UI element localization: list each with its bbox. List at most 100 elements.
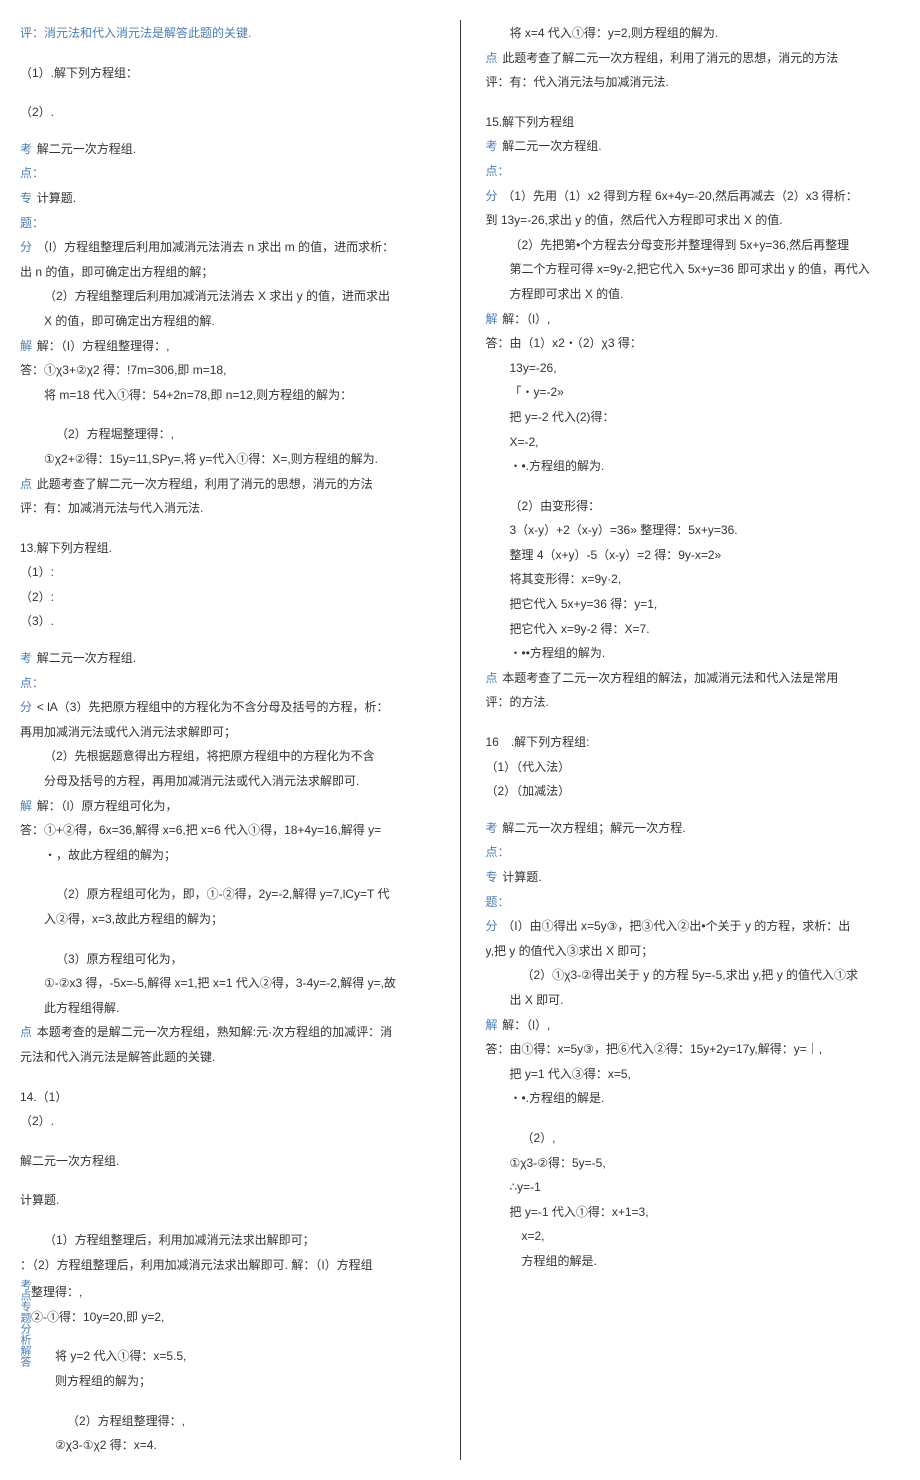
fen-line: 分（I）由①得出 x=5y③，把③代入②出•个关于 y 的方程，求析：出 xyxy=(486,916,901,938)
text-line: （2）: xyxy=(20,587,435,609)
text-line: 解二元一次方程组. xyxy=(20,1151,435,1173)
text-line: （3）原方程组可化为， xyxy=(20,949,435,971)
text-line: 出 n 的值，即可确定出方程组的解； xyxy=(20,262,435,284)
text-line: （2）, xyxy=(486,1128,901,1150)
text-line: y,把 y 的值代入③求出 X 即可； xyxy=(486,941,901,963)
text-line: （3）. xyxy=(20,611,435,633)
text-line: 答：①χ3+②χ2 得：!7m=306,即 m=18, xyxy=(20,360,435,382)
text-line: 此方程组得解. xyxy=(20,998,435,1020)
text-line: （2）先根据题意得出方程组，将把原方程组中的方程化为不含 xyxy=(20,746,435,768)
jie-line: 解解：（l）, xyxy=(486,1015,901,1037)
text-line: （2）原方程组可化为，即，①-②得，2y=-2,解得 y=7,lCy=T 代 xyxy=(20,884,435,906)
jie-line: 解解：（I）方程组整理得：, xyxy=(20,336,435,358)
dianping-line: 点本题考查的是解二元一次方程组，熟知解:元·次方程组的加减评：消 xyxy=(20,1022,435,1044)
text-line: 3（x-y）+2（x-y）=36» 整理得：5x+y=36. xyxy=(486,520,901,542)
fen-line: 分（1）先用（1）x2 得到方程 6x+4y=-20,然后再减去（2）x3 得析… xyxy=(486,186,901,208)
text-line: 整理 4（x+y）-5（x-y）=2 得：9y-x=2» xyxy=(486,545,901,567)
text-line: 则方程组的解为； xyxy=(31,1371,435,1393)
text-line: 评：消元法和代入消元法是解答此题的关键. xyxy=(20,23,435,45)
text-line: 「・y=-2» xyxy=(486,382,901,404)
text-line: 到 13y=-26,求出 y 的值，然后代入方程即可求出 X 的值. xyxy=(486,210,901,232)
text-line: 计算题. xyxy=(20,1190,435,1212)
page: 评：消元法和代入消元法是解答此题的关键. （1）.解下列方程组： （2）. 考解… xyxy=(20,20,900,1460)
text-line: X 的值，即可确定出方程组的解. xyxy=(20,311,435,333)
text-line: 把它代入 x=9y-2 得：X=7. xyxy=(486,619,901,641)
text-line: ：（2）方程组整理后，利用加减消元法求出解即可. 解：（I）方程组 xyxy=(20,1255,435,1277)
text-line: 元法和代入消元法是解答此题的关键. xyxy=(20,1047,435,1069)
text-line: 出 X 即可. xyxy=(486,990,901,1012)
dian-line: 点： xyxy=(20,163,435,185)
text-line: 整理得：, xyxy=(31,1282,435,1304)
text-line: （2）①χ3-②得出关于 y 的方程 5y=-5,求出 y,把 y 的值代入①求 xyxy=(486,965,901,987)
text-line: 方程即可求出 X 的值. xyxy=(486,284,901,306)
kao-line: 考解二元一次方程组. xyxy=(486,136,901,158)
text-line: 13y=-26, xyxy=(486,358,901,380)
text-line: （2）先把第•个方程去分母变形并整理得到 5x+y=36,然后再整理 xyxy=(486,235,901,257)
dianping-line: 点本题考查了二元一次方程组的解法，加减消元法和代入法是常用 xyxy=(486,668,901,690)
question-title: 16 .解下列方程组: xyxy=(486,732,901,754)
text-line: 将其变形得：x=9y·2, xyxy=(486,569,901,591)
text-line: （2）. xyxy=(20,1111,435,1133)
jie-line: 解解：（l）原方程组可化为， xyxy=(20,796,435,818)
text-line: （2）（加减法） xyxy=(486,781,901,803)
text-line: ①χ3-②得：5y=-5, xyxy=(486,1153,901,1175)
text-line: 入②得，x=3,故此方程组的解为； xyxy=(20,909,435,931)
text-line: ①-②x3 得，-5x=-5,解得 x=1,把 x=1 代入②得，3-4y=-2… xyxy=(20,973,435,995)
text-line: （1）方程组整理后，利用加减消元法求出解即可； xyxy=(20,1230,435,1252)
fen-line: 分< lA（3）先把原方程组中的方程化为不含分母及括号的方程，析： xyxy=(20,697,435,719)
text-line: ①χ2+②得：15y=11,SPy=,将 y=代入①得：X=,则方程组的解为. xyxy=(20,449,435,471)
text-line: 答：①+②得，6x=36,解得 x=6,把 x=6 代入①得，18+4y=16,… xyxy=(20,820,435,842)
column-divider xyxy=(460,20,461,1460)
question-title: 14.（1） xyxy=(20,1087,435,1109)
dian-line: 点： xyxy=(486,842,901,864)
dianping-line: 点此题考查了解二元一次方程组，利用了消元的思想，消元的方法 xyxy=(20,474,435,496)
left-column: 评：消元法和代入消元法是解答此题的关键. （1）.解下列方程组： （2）. 考解… xyxy=(20,20,435,1460)
label: 评：消元法和代入消元法是解答此题的关键. xyxy=(20,26,251,40)
text-line: 把 y=-1 代入①得：x+1=3, xyxy=(486,1202,901,1224)
dianping-line: 点此题考查了解二元一次方程组，利用了消元的思想，消元的方法 xyxy=(486,48,901,70)
text-line: 再用加减消元法或代入消元法求解即可； xyxy=(20,722,435,744)
vertical-label: 考点专题分析解答 xyxy=(20,1279,31,1460)
text-line: 把它代入 5x+y=36 得：y=1, xyxy=(486,594,901,616)
text-line: 把 y=-2 代入(2)得： xyxy=(486,407,901,429)
text-line: ・•.方程组的解为. xyxy=(486,456,901,478)
text-line: ・•.方程组的解是. xyxy=(486,1088,901,1110)
text-line: 方程组的解是. xyxy=(486,1251,901,1273)
ti-line: 题： xyxy=(20,213,435,235)
text-line: （2）方程组整理得：, xyxy=(31,1411,435,1433)
jie-line: 解解：（l）, xyxy=(486,309,901,331)
zhuan-line: 专计算题. xyxy=(20,188,435,210)
kao-line: 考解二元一次方程组. xyxy=(20,648,435,670)
text-line: ・••方程组的解为. xyxy=(486,643,901,665)
text-line: 分母及括号的方程，再用加减消元法或代入消元法求解即可. xyxy=(20,771,435,793)
text-line: ・，故此方程组的解为； xyxy=(20,845,435,867)
text-line: （2）方程堀整理得：, xyxy=(20,424,435,446)
text-line: 评：有：代入消元法与加减消元法. xyxy=(486,72,901,94)
text-line: x=2, xyxy=(486,1226,901,1248)
kao-line: 考解二元一次方程组. xyxy=(20,139,435,161)
text-line: （2）. xyxy=(20,102,435,124)
text-line: 将 y=2 代入①得：x=5.5, xyxy=(31,1346,435,1368)
dian-line: 点： xyxy=(20,673,435,695)
kao-line: 考解二元一次方程组；解元一次方程. xyxy=(486,818,901,840)
text-line: 答：由①得：x=5y③，把⑥代入②得：15y+2y=17y,解得：y=｜, xyxy=(486,1039,901,1061)
text-line: 评：有：加减消元法与代入消元法. xyxy=(20,498,435,520)
text-line: （2）由变形得： xyxy=(486,496,901,518)
text-line: （1）（代入法） xyxy=(486,757,901,779)
dian-line: 点： xyxy=(486,161,901,183)
text-line: ②χ3-①χ2 得：x=4. xyxy=(31,1435,435,1457)
text-line: ②-①得：10y=20,即 y=2, xyxy=(31,1307,435,1329)
text-line: 答：由（1）x2・（2）χ3 得： xyxy=(486,333,901,355)
text-line: X=-2, xyxy=(486,432,901,454)
text-line: （1）: xyxy=(20,562,435,584)
question-title: 13.解下列方程组. xyxy=(20,538,435,560)
ti-line: 题： xyxy=(486,892,901,914)
zhuan-line: 专计算题. xyxy=(486,867,901,889)
text-line: 将 m=18 代入①得：54+2n=78,即 n=12,则方程组的解为： xyxy=(20,385,435,407)
text-line: （2）方程组整理后利用加减消元法消去 X 求出 y 的值，进而求出 xyxy=(20,286,435,308)
text-line: ∴y=-1 xyxy=(486,1177,901,1199)
text-line: 评：的方法. xyxy=(486,692,901,714)
right-column: 将 x=4 代入①得：y=2,则方程组的解为. 点此题考查了解二元一次方程组，利… xyxy=(486,20,901,1460)
text-line: （1）.解下列方程组： xyxy=(20,63,435,85)
text-line: 将 x=4 代入①得：y=2,则方程组的解为. xyxy=(486,23,901,45)
